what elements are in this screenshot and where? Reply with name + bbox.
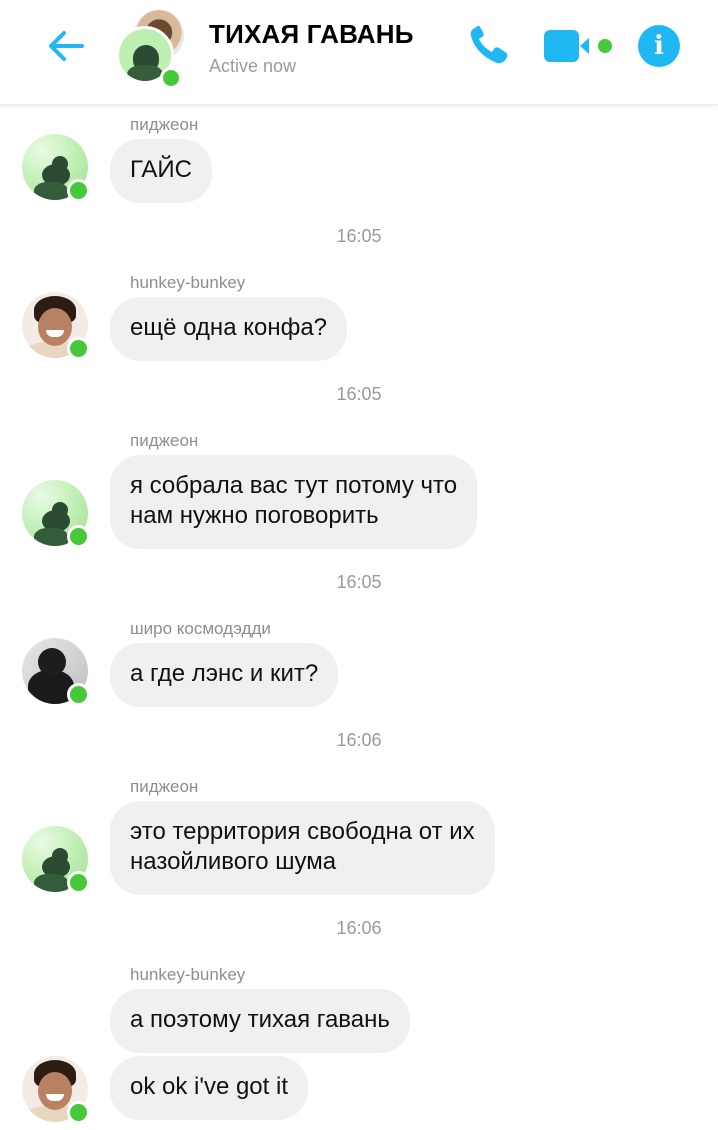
- sender-avatar[interactable]: [22, 134, 90, 202]
- message-bubble[interactable]: а где лэнс и кит?: [110, 643, 339, 707]
- message-sender: пиджеон: [130, 115, 199, 134]
- message-timestamp: 16:05: [336, 572, 382, 592]
- message-sender: hunkey-bunkey: [130, 965, 246, 984]
- chat-title[interactable]: ТИХАЯ ГАВАНЬ: [209, 19, 414, 50]
- online-indicator: [67, 525, 90, 548]
- sender-avatar[interactable]: [22, 1056, 90, 1124]
- message-timestamp: 16:06: [336, 730, 382, 750]
- video-call-button[interactable]: [543, 28, 615, 64]
- message-bubble[interactable]: а поэтому тихая гавань: [110, 989, 410, 1053]
- back-button[interactable]: [44, 24, 88, 68]
- phone-icon: [470, 25, 508, 64]
- message-text-line: назойливого шума: [130, 848, 337, 875]
- call-button[interactable]: [466, 24, 512, 68]
- message-text-line: нам нужно поговорить: [130, 502, 379, 529]
- message-text-line: это территория свободна от их: [130, 818, 475, 845]
- message-sender: пиджеон: [130, 431, 199, 450]
- online-indicator: [160, 67, 182, 89]
- sender-avatar[interactable]: [22, 292, 90, 360]
- message-timestamp: 16:06: [336, 918, 382, 938]
- online-indicator: [67, 683, 90, 706]
- video-camera-icon: [544, 30, 612, 62]
- message-timestamp: 16:05: [336, 384, 382, 404]
- message-text-line: я собрала вас тут потому что: [130, 472, 458, 499]
- message-bubble[interactable]: ещё одна конфа?: [110, 297, 348, 361]
- group-avatar[interactable]: [116, 10, 188, 89]
- info-icon: i: [654, 31, 664, 61]
- online-indicator: [67, 871, 90, 894]
- chat-header: ТИХАЯ ГАВАНЬ Active now i: [0, 0, 718, 105]
- chat-status: Active now: [209, 56, 297, 76]
- message-bubble[interactable]: ГАЙС: [110, 139, 212, 203]
- back-arrow-icon: [49, 31, 84, 61]
- info-button[interactable]: i: [638, 25, 680, 67]
- message-bubble[interactable]: это территория свободна от их назойливог…: [110, 801, 495, 895]
- online-indicator: [67, 1101, 90, 1124]
- message-sender: широ космодэдди: [130, 619, 271, 638]
- sender-avatar[interactable]: [22, 480, 90, 548]
- message-bubble[interactable]: ok ok i've got it: [110, 1056, 308, 1120]
- online-indicator: [67, 337, 90, 360]
- message-bubble[interactable]: я собрала вас тут потому что нам нужно п…: [110, 455, 478, 549]
- message-sender: пиджеон: [130, 777, 199, 796]
- sender-avatar[interactable]: [22, 638, 90, 706]
- message-sender: hunkey-bunkey: [130, 273, 246, 292]
- online-indicator: [67, 179, 90, 202]
- sender-avatar[interactable]: [22, 826, 90, 894]
- message-timestamp: 16:05: [336, 226, 382, 246]
